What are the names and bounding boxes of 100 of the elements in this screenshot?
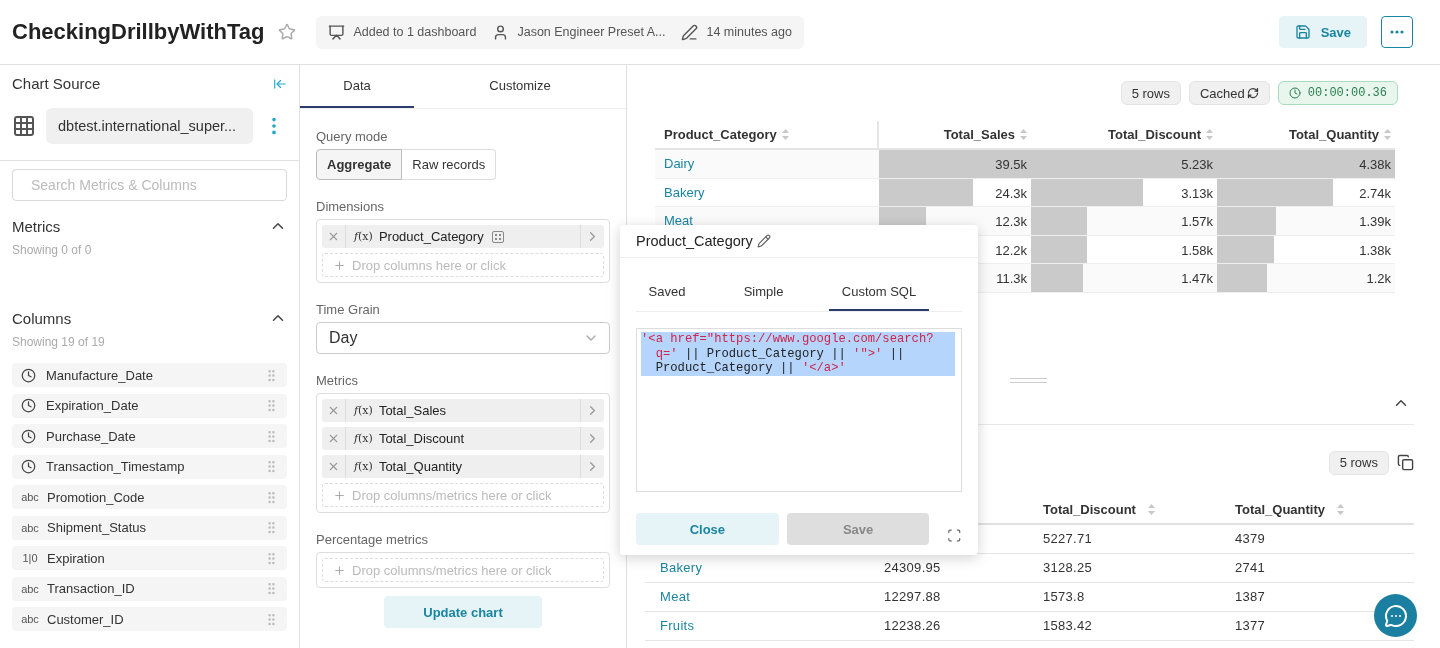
cache-badge[interactable]: Cached xyxy=(1188,81,1270,105)
column-item[interactable]: abc Shipment_Status xyxy=(12,515,287,540)
presentation-icon xyxy=(328,23,346,41)
expand-icon[interactable] xyxy=(947,527,962,543)
item-count: Showing 0 of 0 xyxy=(12,243,93,257)
column-item[interactable]: Manufacture_Date xyxy=(12,363,287,387)
column-item[interactable]: 1|0 Expiration xyxy=(12,546,287,570)
column-name: Promotion_Code xyxy=(47,489,146,505)
type-label: abc xyxy=(20,582,40,595)
resize-handle[interactable] xyxy=(1010,377,1047,383)
category-link[interactable]: Meat xyxy=(645,582,884,612)
table-icon xyxy=(12,114,36,138)
clock-icon xyxy=(21,367,36,383)
column-item[interactable]: abc Promotion_Code xyxy=(12,485,287,509)
column-item[interactable]: abc Customer_ID xyxy=(12,607,287,631)
section-title: Columns xyxy=(12,309,72,327)
pencil-icon[interactable] xyxy=(756,234,771,248)
table-cell: 3128.25 xyxy=(1043,553,1235,583)
chat-button[interactable] xyxy=(1374,594,1417,637)
field-label: Dimensions xyxy=(316,199,385,214)
close-icon xyxy=(327,432,340,445)
column-name: Transaction_Timestamp xyxy=(46,459,186,474)
type-label: abc xyxy=(20,521,40,534)
item-count: Showing 19 of 19 xyxy=(12,335,106,349)
table-cell: 5227.71 xyxy=(1043,524,1235,554)
copy-icon[interactable] xyxy=(1397,454,1414,471)
popover-tab[interactable]: Custom SQL xyxy=(829,274,929,311)
chat-icon xyxy=(1383,603,1408,628)
field-name: Total_Discount xyxy=(378,431,465,446)
metadata-text: Added to 1 dashboard xyxy=(353,25,477,39)
close-icon xyxy=(327,230,340,243)
column-name: Expiration xyxy=(47,550,106,566)
popover-tab[interactable]: Simple xyxy=(698,274,829,311)
field-chip[interactable]: f(x) Product_Category xyxy=(322,225,604,248)
star-icon[interactable] xyxy=(278,23,297,41)
column-name: Manufacture_Date xyxy=(46,367,154,383)
type-label: abc xyxy=(20,491,40,503)
field-label: Query mode xyxy=(316,129,389,144)
sort-icon[interactable] xyxy=(1147,504,1155,515)
sort-icon[interactable] xyxy=(781,129,789,140)
panel-tab[interactable]: Data xyxy=(300,65,414,108)
table-cell: 2741 xyxy=(1235,553,1414,583)
table-cell: 12.2k xyxy=(995,242,1027,258)
column-header[interactable]: Total_Quantity xyxy=(1235,496,1414,525)
table-cell: 1.57k xyxy=(1181,214,1213,229)
category-link[interactable]: Fruits xyxy=(645,611,884,641)
row-count: 5 rows xyxy=(1328,450,1389,475)
expression-label: f(x) xyxy=(354,404,373,417)
popover-tab[interactable]: Saved xyxy=(636,274,698,311)
field-label: Percentage metrics xyxy=(316,532,429,547)
expression-label: f(x) xyxy=(354,432,373,445)
table-cell: 1.39k xyxy=(1359,214,1391,229)
type-label: abc xyxy=(20,613,40,625)
sort-icon[interactable] xyxy=(1020,129,1027,140)
field-label: Metrics xyxy=(316,373,359,388)
plus-icon xyxy=(333,488,346,502)
plus-icon xyxy=(333,563,346,577)
sql-code: '<a href="https://www.google.com/search?q=' || Product_Category || '">' || Product_Category || '</a>' xyxy=(641,332,955,376)
table-cell: 12.3k xyxy=(995,214,1027,229)
ellipsis-icon xyxy=(1390,30,1404,34)
type-label: 1|0 xyxy=(21,552,39,564)
table-cell: 1.58k xyxy=(1181,242,1213,258)
table-cell: 4379 xyxy=(1235,524,1414,554)
column-item[interactable]: Transaction_Timestamp xyxy=(12,454,287,479)
select-field[interactable]: Day xyxy=(316,322,610,354)
column-item[interactable]: Expiration_Date xyxy=(12,393,287,418)
dataset-name[interactable]: dbtest.international_super... xyxy=(46,108,253,144)
sort-icon[interactable] xyxy=(1337,504,1345,515)
chart-title: CheckingDrillbyWithTag xyxy=(12,19,265,45)
sort-icon[interactable] xyxy=(1206,129,1213,140)
field-chip[interactable]: f(x) Total_Quantity xyxy=(322,455,604,478)
update-chart-button[interactable]: Update chart xyxy=(384,596,542,628)
mode-option[interactable]: Raw records xyxy=(402,149,497,180)
table-cell: 12297.88 xyxy=(884,582,1043,612)
table-cell: 39.5k xyxy=(995,157,1027,172)
panel-tab[interactable]: Customize xyxy=(414,65,626,108)
mode-option[interactable]: Aggregate xyxy=(316,149,403,180)
column-name: Purchase_Date xyxy=(46,428,137,444)
column-item[interactable]: Purchase_Date xyxy=(12,424,287,448)
sql-editor[interactable]: '<a href="https://www.google.com/search?q=' || Product_Category || '">' || Product_Category || '</a>' xyxy=(636,328,962,492)
collapse-icon[interactable] xyxy=(273,76,287,91)
column-item[interactable]: abc Transaction_ID xyxy=(12,576,287,601)
clock-icon xyxy=(21,398,36,413)
field-chip[interactable]: f(x) Total_Discount xyxy=(322,427,604,450)
timer-badge: 00:00:00.36 xyxy=(1277,81,1398,105)
field-chip[interactable]: f(x) Total_Sales xyxy=(322,399,604,422)
close-button[interactable]: Close xyxy=(636,513,779,545)
section-title: Metrics xyxy=(12,217,61,235)
column-header[interactable]: Total_Discount xyxy=(1043,496,1235,525)
sort-icon[interactable] xyxy=(1384,129,1391,140)
table-cell: 1573.8 xyxy=(1043,582,1235,612)
clock-icon xyxy=(21,459,36,474)
category-link[interactable]: Dairy xyxy=(655,150,879,179)
save-button[interactable]: Save xyxy=(1278,16,1367,48)
search-field[interactable]: Search Metrics & Columns xyxy=(12,169,287,201)
tag-icon xyxy=(491,230,504,243)
more-button[interactable] xyxy=(1381,16,1413,48)
table-cell: 24.3k xyxy=(995,185,1027,201)
table-cell: 1583.42 xyxy=(1043,611,1235,641)
pen-icon xyxy=(681,23,699,41)
